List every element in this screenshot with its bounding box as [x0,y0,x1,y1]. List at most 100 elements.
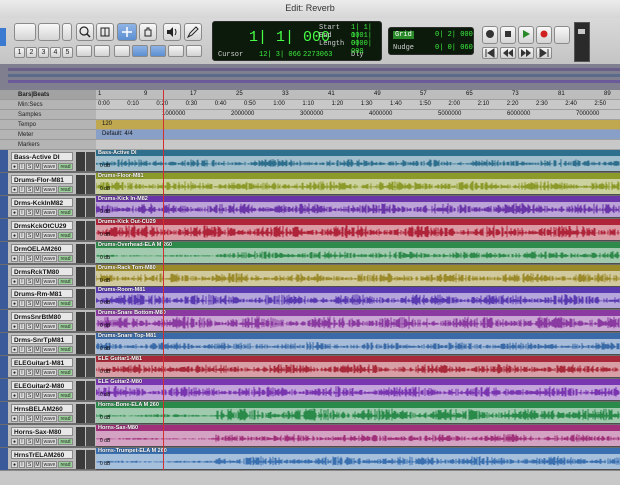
record-enable-button[interactable]: ● [11,208,18,216]
solo-button[interactable]: S [26,460,33,468]
track-name[interactable]: Bass-Active DI [11,152,73,161]
ruler-label-markers[interactable]: Markers [0,140,96,150]
mute-button[interactable]: M [34,277,41,285]
mute-button[interactable]: M [34,254,41,262]
main-counter[interactable]: 1| 1| 000 [249,29,330,46]
input-monitor-button[interactable]: I [19,208,25,216]
grabber-tool-button[interactable] [117,23,137,41]
mute-button[interactable]: M [34,346,41,354]
track-color-strip[interactable] [0,424,8,447]
track-color-strip[interactable] [0,264,8,287]
input-monitor-button[interactable]: I [19,277,25,285]
input-monitor-button[interactable]: I [19,163,25,170]
record-button[interactable] [536,26,552,44]
record-enable-button[interactable]: ● [11,369,18,377]
track-view-selector[interactable]: wave [42,414,57,422]
rewind-button[interactable] [500,47,516,59]
solo-button[interactable]: S [26,323,33,331]
track-color-strip[interactable] [0,356,8,379]
mirror-midi-button[interactable] [132,45,148,57]
track-view-selector[interactable]: wave [42,460,57,468]
clip-gain-label[interactable]: 0 dB [100,346,110,352]
solo-button[interactable]: S [26,254,33,262]
ruler-label-samples[interactable]: Samples [0,110,96,120]
audio-clip[interactable]: Bass-Active DI 0 dB [96,150,620,172]
solo-button[interactable]: S [26,392,33,399]
zoom-preset-4[interactable]: 4 [50,47,61,58]
track-view-selector[interactable]: wave [42,277,57,285]
solo-button[interactable]: S [26,300,33,308]
track-color-strip[interactable] [0,401,8,424]
track-name[interactable]: HrnsTrELAM260 [11,449,73,459]
input-monitor-button[interactable]: I [19,392,25,399]
solo-button[interactable]: S [26,185,33,193]
mute-button[interactable]: M [34,323,41,331]
clip-gain-label[interactable]: 0 dB [100,163,110,169]
track-view-selector[interactable]: wave [42,231,57,239]
automation-mode-selector[interactable]: read [58,392,73,399]
track-header[interactable]: HrnsTrELAM260 ● I S Mwave read [0,447,96,470]
track-name[interactable]: DrmsRckTM80 [11,266,73,276]
solo-button[interactable]: S [26,437,33,445]
zoom-preset-5[interactable]: 5 [62,47,73,58]
automation-mode-selector[interactable]: read [58,300,73,308]
track-header[interactable]: DrmsSnrBtM80 ● I S Mwave read [0,310,96,333]
track-header[interactable]: DrmsKckOtCU29 ● I S Mwave read [0,218,96,241]
markers-ruler[interactable] [96,140,620,150]
record-enable-button[interactable]: ● [11,185,18,193]
record-enable-button[interactable]: ● [11,231,18,239]
nudge-value[interactable]: 0| 0| 060 [435,44,473,52]
mute-button[interactable]: M [34,300,41,308]
solo-button[interactable]: S [26,277,33,285]
audio-clip[interactable]: Horns-Bone-ELA M 260 0 dB [96,401,620,424]
track-name[interactable]: DrmsKckOtCU29 [11,220,73,230]
metronome-button[interactable] [554,26,570,44]
track-name[interactable]: HrnsBELAM260 [11,403,73,413]
audio-clip[interactable]: Drums-Overhead-ELA M 260 0 dB [96,241,620,264]
audio-clip[interactable]: Drums-Kick In-M82 0 dB [96,195,620,218]
universe-view[interactable] [0,64,620,91]
track-color-strip[interactable] [0,241,8,264]
automation-mode-selector[interactable]: read [58,369,73,377]
record-enable-button[interactable]: ● [11,277,18,285]
audio-clip[interactable]: ELE Guitar2-M80 0 dB [96,379,620,401]
automation-mode-selector[interactable]: read [58,163,73,170]
record-enable-button[interactable]: ● [11,437,18,445]
mute-button[interactable]: M [34,231,41,239]
clip-gain-label[interactable]: 0 dB [100,438,110,444]
track-color-strip[interactable] [0,195,8,218]
clip-gain-label[interactable]: 0 dB [100,232,110,238]
insertion-follows-button[interactable] [168,45,184,57]
audio-clip[interactable]: Horns-Trumpet-ELA M 260 0 dB [96,447,620,470]
grid-label[interactable]: Grid [393,31,414,39]
input-monitor-button[interactable]: I [19,346,25,354]
ruler-label-meter[interactable]: Meter [0,130,96,140]
clip-gain-label[interactable]: 0 dB [100,278,110,284]
track-name[interactable]: Drums-Flor-M81 [11,174,73,184]
clip-gain-label[interactable]: 0 dB [100,186,110,192]
samples-ruler[interactable]: 1000000 2000000 3000000 4000000 5000000 60000… [96,110,620,120]
track-view-selector[interactable]: wave [42,323,57,331]
clip-gain-label[interactable]: 0 dB [100,300,110,306]
mute-button[interactable]: M [34,208,41,216]
track-color-strip[interactable] [0,150,8,172]
track-name[interactable]: DrmsSnrBtM80 [11,312,73,322]
record-enable-button[interactable]: ● [11,163,18,170]
audio-clip[interactable]: ELE Guitar1-M81 0 dB [96,356,620,379]
track-name[interactable]: Drms-SnrTpM81 [11,335,73,345]
automation-mode-selector[interactable]: read [58,414,73,422]
track-header[interactable]: Drums-Rm-M81 ● I S Mwave read [0,287,96,310]
record-enable-button[interactable]: ● [11,300,18,308]
keyboard-focus-button[interactable] [150,45,166,57]
mute-button[interactable]: M [34,437,41,445]
clip-gain-label[interactable]: 0 dB [100,461,110,467]
zoom-preset-1[interactable]: 1 [14,47,25,58]
automation-mode-selector[interactable]: read [58,437,73,445]
input-monitor-button[interactable]: I [19,323,25,331]
track-header[interactable]: HrnsBELAM260 ● I S Mwave read [0,401,96,424]
link-timeline-button[interactable] [94,45,110,57]
track-header[interactable]: Drums-Flor-M81 ● I S Mwave read [0,172,96,195]
automation-mode-selector[interactable]: read [58,346,73,354]
solo-button[interactable]: S [26,414,33,422]
length-value[interactable]: 0| 0| 000 [351,40,381,56]
